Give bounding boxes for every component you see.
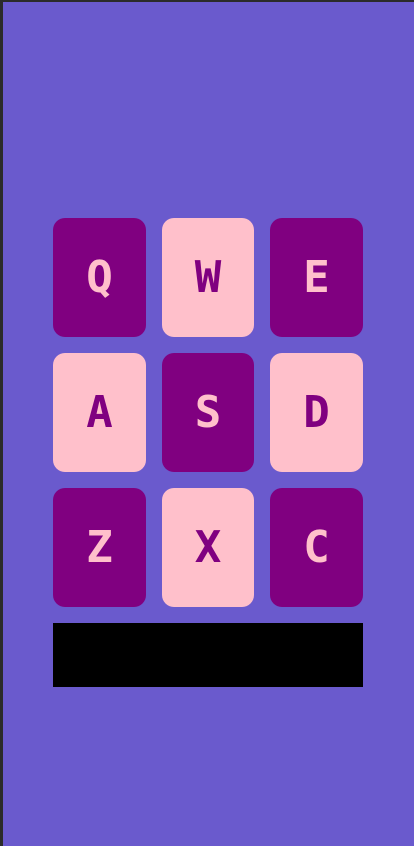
key-c[interactable]: C	[270, 488, 363, 607]
key-s[interactable]: S	[162, 353, 254, 472]
letter-keypad: Q W E A S D Z X C	[53, 218, 363, 607]
key-z[interactable]: Z	[53, 488, 146, 607]
app-screen: Q W E A S D Z X C	[3, 2, 414, 846]
key-e[interactable]: E	[270, 218, 363, 337]
key-q[interactable]: Q	[53, 218, 146, 337]
output-display	[53, 623, 363, 687]
key-d[interactable]: D	[270, 353, 363, 472]
key-w[interactable]: W	[162, 218, 254, 337]
key-a[interactable]: A	[53, 353, 146, 472]
key-x[interactable]: X	[162, 488, 254, 607]
